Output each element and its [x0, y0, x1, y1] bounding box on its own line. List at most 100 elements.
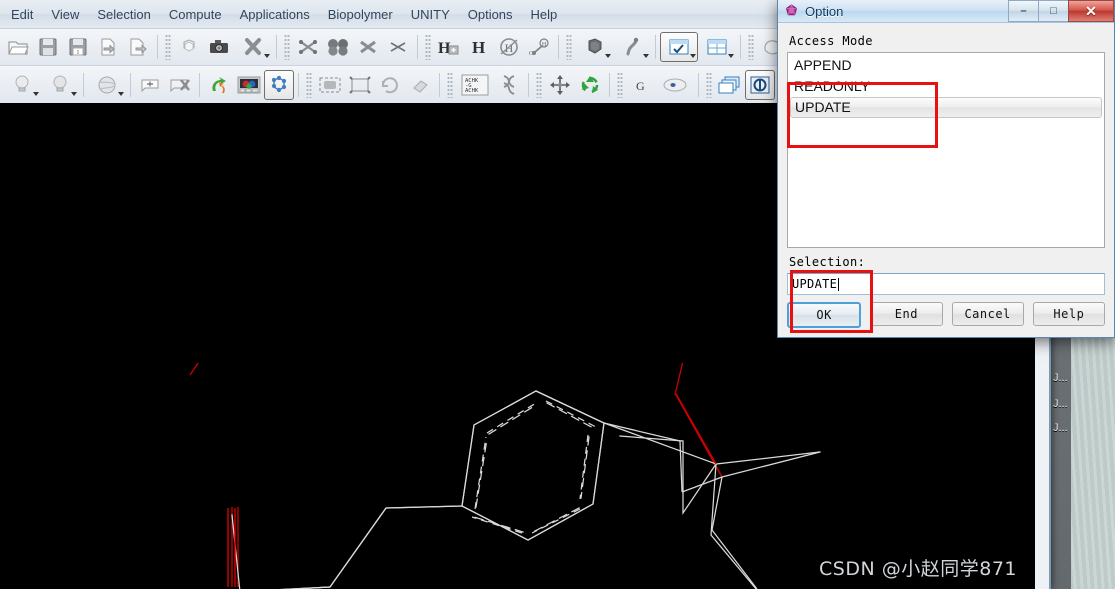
- access-mode-listbox[interactable]: APPEND READONLY UPDATE: [787, 52, 1105, 248]
- rotate-icon[interactable]: [375, 70, 405, 100]
- sticks-model-icon[interactable]: [293, 32, 323, 62]
- molecule-cage-icon[interactable]: [174, 32, 204, 62]
- toolbar-grip: [165, 34, 171, 60]
- ribbon-icon[interactable]: [613, 32, 651, 62]
- toolbar-grip: [706, 71, 712, 98]
- cross-atoms-icon[interactable]: [234, 32, 272, 62]
- eraser-icon[interactable]: [405, 70, 435, 100]
- menu-item-unity[interactable]: UNITY: [402, 3, 459, 26]
- menu-item-help[interactable]: Help: [522, 3, 567, 26]
- cascade-windows-icon[interactable]: [715, 70, 745, 100]
- g-text-icon[interactable]: G: [626, 70, 656, 100]
- open-file-icon[interactable]: [3, 32, 33, 62]
- svg-text:C: C: [529, 51, 533, 57]
- svg-text:H: H: [542, 42, 547, 48]
- chevron-down-icon[interactable]: [690, 54, 696, 58]
- hydrogen-circle-icon[interactable]: H: [494, 32, 524, 62]
- list-item-append[interactable]: APPEND: [788, 55, 1104, 76]
- access-mode-label: Access Mode: [789, 34, 873, 48]
- toolbar-separator: [157, 35, 158, 59]
- dialog-title: Option: [805, 3, 844, 19]
- background-window-row: J...: [1053, 372, 1068, 384]
- export-file-icon[interactable]: [123, 32, 153, 62]
- toolbar-grip: [425, 34, 431, 60]
- import-file-icon[interactable]: [93, 32, 123, 62]
- ok-button[interactable]: OK: [787, 302, 862, 328]
- menu-item-applications[interactable]: Applications: [231, 3, 319, 26]
- menu-item-biopolymer[interactable]: Biopolymer: [319, 3, 402, 26]
- helix-icon[interactable]: [494, 70, 524, 100]
- ball-stick-model-icon[interactable]: [353, 32, 383, 62]
- undo-redo-arrows-icon[interactable]: [204, 70, 234, 100]
- hydrogen-icon[interactable]: H: [464, 32, 494, 62]
- add-hydrogens-icon[interactable]: H: [434, 32, 464, 62]
- svg-text:H: H: [472, 38, 485, 57]
- checkbox-window-icon[interactable]: [660, 32, 698, 62]
- toolbar-separator: [276, 35, 277, 59]
- light-bulb-2-icon[interactable]: [41, 70, 79, 100]
- end-button[interactable]: End: [870, 302, 943, 326]
- minimize-icon: –: [1020, 4, 1027, 17]
- close-icon: ✕: [1085, 3, 1097, 19]
- help-button[interactable]: Help: [1032, 302, 1105, 326]
- menu-item-selection[interactable]: Selection: [88, 3, 159, 26]
- toolbar-separator: [417, 35, 418, 59]
- chevron-down-icon[interactable]: [643, 54, 649, 58]
- chevron-down-icon[interactable]: [605, 54, 611, 58]
- select-rectangle-icon[interactable]: [315, 70, 345, 100]
- svg-text:H: H: [505, 41, 514, 55]
- minimize-button[interactable]: –: [1008, 0, 1038, 22]
- menu-item-compute[interactable]: Compute: [160, 3, 231, 26]
- camera-icon[interactable]: [204, 32, 234, 62]
- label-off-icon[interactable]: [165, 70, 195, 100]
- toolbar-separator: [740, 35, 741, 59]
- light-bulb-icon[interactable]: [3, 70, 41, 100]
- svg-text:G: G: [636, 79, 645, 93]
- close-button[interactable]: ✕: [1068, 0, 1114, 22]
- list-item-readonly[interactable]: READONLY: [788, 76, 1104, 97]
- recycle-icon[interactable]: [575, 70, 605, 100]
- toolbar-grip: [617, 71, 623, 98]
- chevron-down-icon[interactable]: [71, 91, 77, 96]
- selection-label: Selection:: [789, 255, 866, 269]
- cancel-button[interactable]: Cancel: [951, 302, 1024, 326]
- menu-item-edit[interactable]: Edit: [2, 3, 42, 26]
- toolbar-grip: [566, 34, 572, 60]
- color-palette-icon[interactable]: [88, 70, 126, 100]
- transform-icon[interactable]: [345, 70, 375, 100]
- save-as-icon[interactable]: I: [63, 32, 93, 62]
- zero-box-icon[interactable]: [745, 69, 775, 100]
- toolbar-separator: [439, 72, 440, 97]
- chevron-down-icon[interactable]: [33, 91, 39, 96]
- maximize-icon: □: [1050, 4, 1057, 17]
- selection-input-value: UPDATE: [792, 277, 838, 291]
- dialog-title-bar[interactable]: Option – □ ✕: [778, 0, 1114, 23]
- toolbar-separator: [558, 35, 559, 59]
- chevron-down-icon[interactable]: [264, 54, 270, 58]
- menu-item-view[interactable]: View: [42, 3, 88, 26]
- sequence-align-icon[interactable]: ACHK -G ACHK: [456, 70, 494, 100]
- toolbar-separator: [83, 72, 84, 97]
- chevron-down-icon[interactable]: [118, 91, 124, 96]
- spacefill-model-icon[interactable]: [323, 32, 353, 62]
- menu-item-options[interactable]: Options: [459, 3, 522, 26]
- toolbar-separator: [298, 72, 299, 97]
- background-window-row: J...: [1053, 422, 1068, 434]
- chevron-down-icon[interactable]: [728, 54, 734, 58]
- surface-icon[interactable]: [575, 32, 613, 62]
- svg-text:I: I: [77, 50, 79, 56]
- toolbar-grip: [447, 71, 453, 98]
- toolbar-grip: [536, 71, 542, 98]
- list-item-update[interactable]: UPDATE: [790, 97, 1102, 118]
- table-window-icon[interactable]: [698, 32, 736, 62]
- ch-bond-icon[interactable]: HC: [524, 32, 554, 62]
- selection-input[interactable]: UPDATE: [787, 273, 1105, 295]
- mouse-icon[interactable]: [656, 70, 694, 100]
- label-icon[interactable]: [135, 70, 165, 100]
- wire-model-icon[interactable]: [383, 32, 413, 62]
- move-icon[interactable]: [545, 70, 575, 100]
- maximize-button[interactable]: □: [1038, 0, 1068, 22]
- color-grid-icon[interactable]: [234, 70, 264, 100]
- save-icon[interactable]: [33, 32, 63, 62]
- molecule-blue-icon[interactable]: [264, 69, 294, 100]
